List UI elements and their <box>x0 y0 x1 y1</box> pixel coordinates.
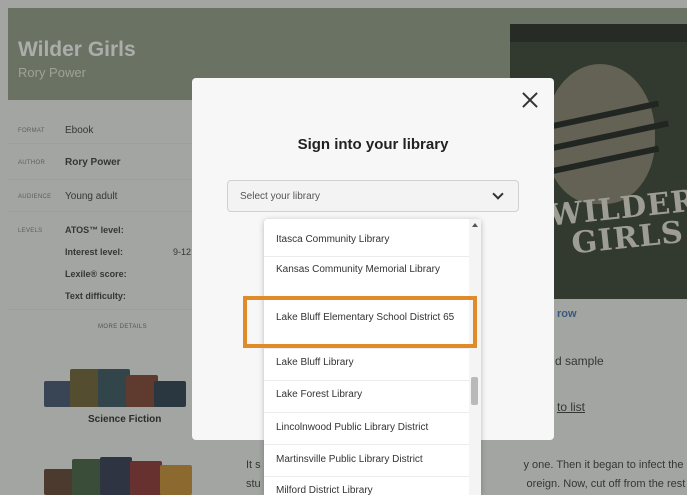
close-icon[interactable] <box>520 90 540 110</box>
library-option[interactable]: Lincolnwood Public Library District <box>264 413 470 445</box>
modal-title: Sign into your library <box>297 136 449 153</box>
chevron-down-icon <box>492 188 504 200</box>
library-dropdown-list[interactable]: Itasca Community Library Kansas Communit… <box>264 219 481 495</box>
scroll-up-icon[interactable] <box>472 223 478 227</box>
library-option[interactable]: Kansas Community Memorial Library <box>264 257 470 299</box>
library-option[interactable]: Lake Bluff Library <box>264 349 470 381</box>
selection-highlight-box <box>243 296 477 348</box>
library-option[interactable]: Milford District Library <box>264 477 470 495</box>
library-option[interactable]: Lake Forest Library <box>264 381 470 413</box>
library-option[interactable]: Martinsville Public Library District <box>264 445 470 477</box>
scrollbar-thumb[interactable] <box>471 377 478 405</box>
library-select[interactable]: Select your library <box>227 180 519 212</box>
library-select-placeholder: Select your library <box>240 191 321 202</box>
library-option[interactable]: Itasca Community Library <box>264 219 470 257</box>
dropdown-scrollbar[interactable] <box>469 219 481 495</box>
